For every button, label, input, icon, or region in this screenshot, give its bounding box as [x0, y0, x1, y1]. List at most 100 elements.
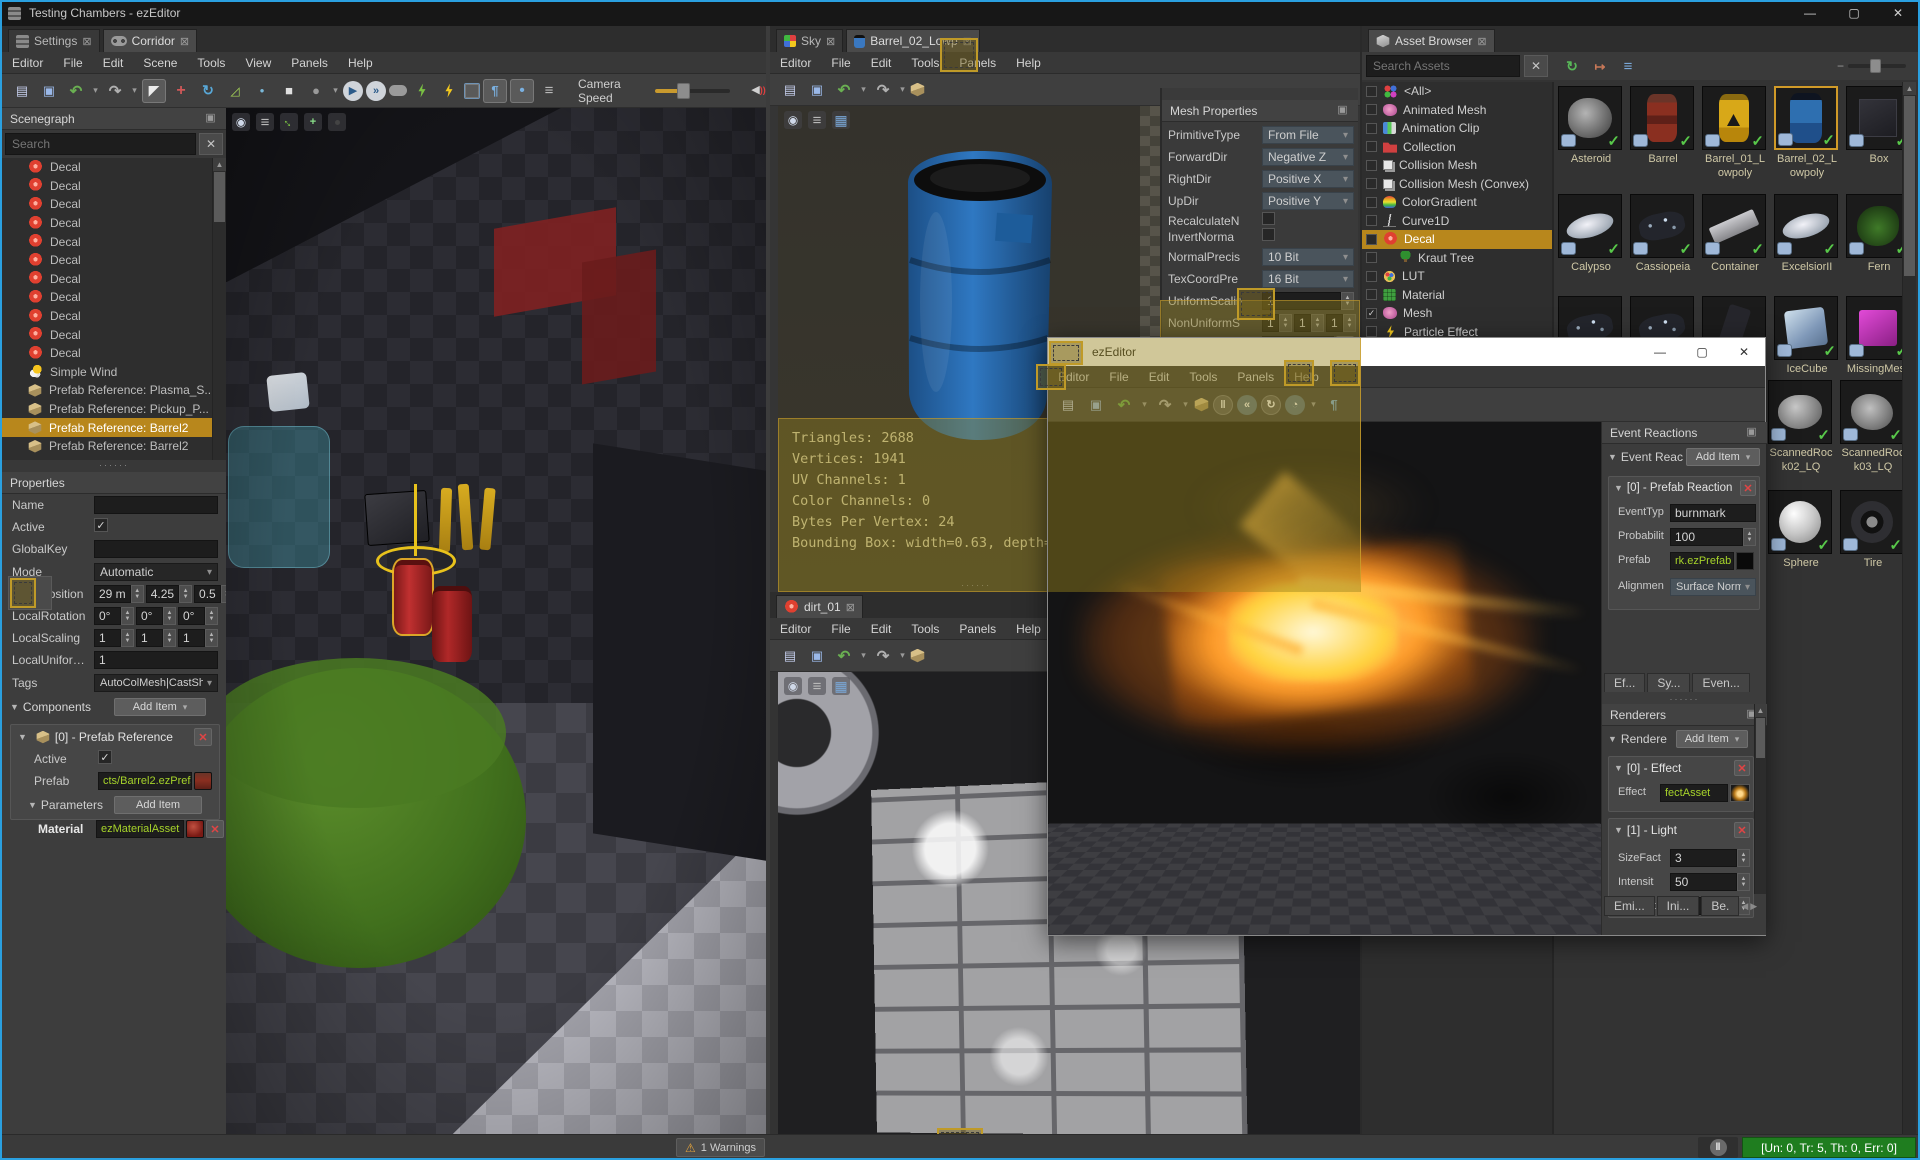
sphere-gizmo-tool[interactable]	[304, 79, 328, 103]
nonuniform-spinbox[interactable]: 1 ▲ ▼	[1326, 314, 1356, 332]
rotation-spinbox[interactable]: 0° ▲ ▼	[94, 607, 134, 625]
type-filter-checkbox[interactable]	[1366, 326, 1377, 338]
float-panel-icon[interactable]	[1335, 103, 1350, 118]
render-mode-icon[interactable]	[784, 677, 802, 695]
prefab-reaction-header[interactable]: ▼ [0] - Prefab Reaction ✕	[1614, 480, 1756, 496]
asset-type-item[interactable]: <All>	[1362, 82, 1552, 101]
close-button[interactable]: ✕	[1723, 338, 1765, 366]
dock-tab[interactable]: Even...	[1692, 673, 1750, 692]
tab-close-icon[interactable]: ⊠	[180, 35, 189, 48]
alignment-dropdown[interactable]: Surface Norm	[1670, 578, 1756, 596]
forwarddir-dropdown[interactable]: Negative Z	[1262, 148, 1354, 166]
renderers-group[interactable]: ▼ Rendere	[1608, 732, 1667, 746]
undo-button[interactable]	[1112, 393, 1136, 417]
screenshot-icon[interactable]	[304, 113, 322, 131]
minimize-button[interactable]: —	[1788, 0, 1832, 26]
slider-thumb[interactable]	[676, 82, 690, 99]
scaling-spinbox[interactable]: 1 ▲ ▼	[94, 629, 134, 647]
pause-simulation-button[interactable]	[1213, 394, 1233, 415]
scale-tool[interactable]	[223, 79, 247, 103]
add-component-button[interactable]: Add Item	[114, 698, 206, 716]
save-all-button[interactable]	[805, 78, 829, 102]
loop-simulation-button[interactable]	[1261, 394, 1281, 415]
normalprecision-dropdown[interactable]: 10 Bit	[1262, 248, 1354, 266]
particle-editor-window[interactable]: ezEditor — ▢ ✕ Editor File Edit Tools Panels…	[1047, 337, 1767, 936]
dock-tab[interactable]: Emi...	[1604, 896, 1655, 916]
particle-3d-viewport[interactable]	[1048, 422, 1601, 935]
menu-item[interactable]: Editor	[2, 52, 53, 73]
add-parameter-button[interactable]: Add Item	[114, 796, 202, 814]
undo-history-dropdown[interactable]	[1140, 393, 1149, 417]
uniformscaling-spinbox[interactable]: 1 ▲ ▼	[1262, 292, 1354, 310]
simulate-speed-button[interactable]	[366, 80, 386, 101]
asset-tile[interactable]: ✓ Asteroid	[1558, 86, 1624, 181]
light-renderer-header[interactable]: ▼ [1] - Light ✕	[1614, 822, 1750, 838]
tab-close-icon[interactable]: ⊠	[82, 35, 91, 48]
rotation-spinbox[interactable]: 0° ▲ ▼	[136, 607, 176, 625]
menu-item[interactable]: Scene	[133, 52, 187, 73]
views-icon[interactable]	[808, 111, 826, 129]
rightdir-dropdown[interactable]: Positive X	[1262, 170, 1354, 188]
gizmo-dropdown[interactable]	[331, 79, 340, 103]
gamepad-simulate-button[interactable]	[389, 85, 407, 96]
dock-tab[interactable]: Ef...	[1604, 673, 1646, 692]
material-asset-field[interactable]: ezMaterialAsset	[96, 820, 184, 838]
effect-asset-field[interactable]: fectAsset	[1660, 784, 1728, 802]
grid-icon[interactable]	[832, 677, 850, 695]
menu-item[interactable]: File	[1099, 366, 1138, 387]
tab-close-icon[interactable]: ⊠	[846, 601, 855, 614]
mode-dropdown[interactable]: Automatic	[94, 563, 218, 581]
particle-window-titlebar[interactable]: ezEditor — ▢ ✕	[1048, 338, 1765, 366]
type-filter-checkbox[interactable]	[1366, 141, 1377, 153]
render-shape-icons-toggle[interactable]	[510, 78, 534, 103]
asset-tile[interactable]: ✓ Cassiopeia	[1630, 194, 1696, 275]
type-filter-checkbox[interactable]	[1366, 270, 1377, 282]
menu-item[interactable]: Tools	[1179, 366, 1227, 387]
tab-close-icon[interactable]: ⊠	[826, 35, 835, 48]
asset-type-item[interactable]: Collision Mesh	[1362, 156, 1552, 175]
eventtype-field[interactable]: burnmark	[1670, 504, 1756, 522]
add-event-reaction-button[interactable]: Add Item	[1686, 448, 1760, 466]
render-mode-icon[interactable]	[232, 113, 250, 131]
scenegraph-item[interactable]: Decal	[2, 195, 212, 214]
menu-item[interactable]: Panels	[1227, 366, 1284, 387]
type-filter-checkbox[interactable]	[1366, 215, 1377, 227]
tab-scroll-right-icon[interactable]: ▶	[1750, 901, 1757, 912]
menu-item[interactable]: Edit	[861, 618, 902, 639]
asset-tile[interactable]: ✓ Container	[1702, 194, 1768, 275]
nonuniform-spinbox[interactable]: 1 ▲ ▼	[1294, 314, 1324, 332]
transform-asset-button[interactable]	[910, 648, 925, 663]
tags-dropdown[interactable]: AutoColMesh|CastShadow	[94, 674, 218, 692]
export-and-run-button[interactable]	[410, 79, 434, 103]
active-checkbox[interactable]: ✓	[94, 518, 108, 532]
camera-speed-slider[interactable]	[654, 82, 730, 99]
maximize-button[interactable]: ▢	[1681, 338, 1723, 366]
pause-log-button[interactable]: ‖	[1698, 1137, 1738, 1158]
position-spinbox[interactable]: 4.25 ▲ ▼	[145, 585, 193, 603]
add-renderer-button[interactable]: Add Item	[1676, 730, 1748, 748]
remove-component-button[interactable]: ✕	[194, 728, 212, 746]
greybox-tool[interactable]	[277, 79, 301, 103]
transform-asset-button[interactable]	[1194, 397, 1209, 412]
effect-renderer-header[interactable]: ▼ [0] - Effect ✕	[1614, 760, 1750, 776]
asset-type-item[interactable]: Mesh	[1362, 304, 1552, 323]
grid-icon[interactable]	[832, 111, 850, 129]
document-tab[interactable]: dirt_01 ⊠	[776, 595, 863, 618]
save-button[interactable]	[1056, 393, 1080, 417]
render-mode-dropdown[interactable]	[537, 79, 561, 103]
redo-history-dropdown[interactable]	[898, 78, 907, 102]
maximize-button[interactable]: ▢	[1832, 0, 1876, 26]
components-section-header[interactable]: ▼ Components	[10, 700, 91, 714]
float-panel-icon[interactable]	[203, 111, 218, 126]
scenegraph-item[interactable]: Prefab Reference: Plasma_S...	[2, 381, 212, 400]
translate-tool[interactable]	[169, 79, 193, 103]
type-filter-checkbox[interactable]	[1366, 307, 1377, 319]
reaction-prefab-thumbnail-button[interactable]	[1736, 552, 1754, 570]
position-spinbox[interactable]: 29 m ▲ ▼	[94, 585, 144, 603]
close-button[interactable]: ✕	[1876, 0, 1920, 26]
localuniformscaling-field[interactable]: 1	[94, 651, 218, 669]
type-filter-checkbox[interactable]	[1366, 178, 1377, 190]
save-all-button[interactable]	[37, 79, 61, 103]
menu-item[interactable]: Help	[1006, 52, 1051, 73]
dock-tab[interactable]: Ini...	[1656, 896, 1700, 916]
